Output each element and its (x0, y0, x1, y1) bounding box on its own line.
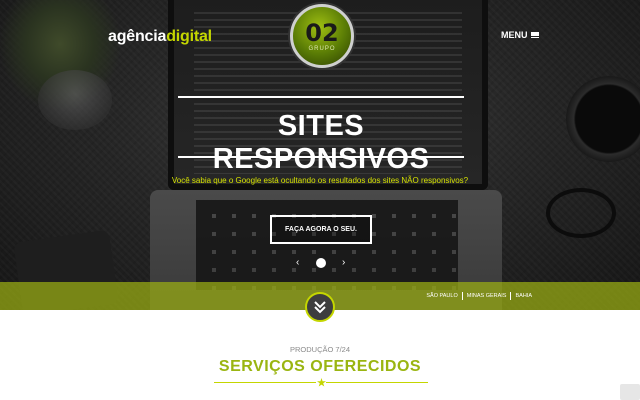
section-title: SERVIÇOS OFERECIDOS (218, 358, 422, 375)
plant-pot-decoration (38, 70, 112, 130)
menu-button[interactable]: MENU (501, 30, 539, 40)
slider-dot-active[interactable] (316, 258, 326, 268)
cta-button[interactable]: FAÇA AGORA O SEU. (270, 215, 372, 244)
scroll-down-button[interactable] (305, 292, 335, 322)
location-minas-gerais[interactable]: MINAS GERAIS (463, 293, 511, 299)
brand-word-1: agência (108, 28, 167, 45)
section-kicker: PRODUÇÃO 7/24 (289, 345, 351, 354)
hero-title: SITES RESPONSIVOS (212, 110, 430, 175)
logo-number: 02 (305, 18, 339, 47)
location-sao-paulo[interactable]: SÃO PAULO (422, 293, 461, 299)
brand-word-2: digital (166, 28, 212, 45)
grupo-02-logo[interactable]: 02 GRUPO (290, 4, 354, 68)
brand-logo-text[interactable]: agênciadigital (108, 28, 212, 46)
keyboard-decoration (196, 200, 458, 290)
logo-group-label: GRUPO (308, 45, 336, 52)
location-bahia[interactable]: BAHIA (511, 293, 536, 299)
menu-label: MENU (501, 30, 528, 40)
hero-subtitle: Você sabia que o Google está ocultando o… (171, 176, 469, 185)
chevron-right-icon[interactable]: › (342, 258, 345, 268)
glasses-decoration (546, 188, 616, 238)
hero-title-top-rule (178, 96, 464, 98)
hero-banner: agênciadigital 02 GRUPO MENU SITES RESPO… (0, 0, 640, 310)
hero-title-bottom-rule (178, 156, 464, 158)
star-icon (316, 377, 326, 387)
chevron-left-icon[interactable]: ‹ (296, 258, 299, 268)
scroll-top-button[interactable] (620, 384, 640, 400)
double-chevron-down-icon (314, 301, 326, 314)
location-links: SÃO PAULO MINAS GERAIS BAHIA (422, 292, 536, 300)
hamburger-icon (530, 32, 539, 38)
